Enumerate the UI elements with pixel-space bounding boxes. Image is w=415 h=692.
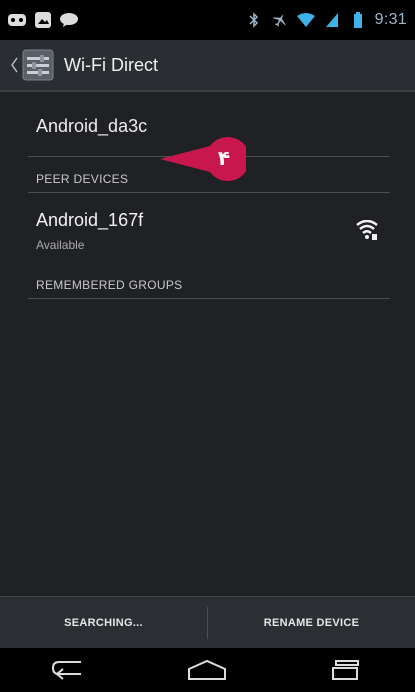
wifi-icon (355, 219, 379, 242)
notification-icons (8, 11, 78, 29)
rename-device-button[interactable]: RENAME DEVICE (208, 597, 415, 649)
remembered-groups-header: REMEMBERED GROUPS (36, 278, 183, 292)
chat-notification-icon (60, 11, 78, 29)
bluetooth-icon (245, 11, 263, 29)
peer-device-status: Available (36, 238, 85, 252)
cell-signal-icon (323, 11, 341, 29)
divider (28, 192, 390, 193)
peer-devices-header: PEER DEVICES (36, 172, 129, 186)
button-bar: SEARCHING... RENAME DEVICE (0, 596, 415, 649)
home-icon[interactable] (187, 655, 227, 685)
page-title: Wi-Fi Direct (64, 54, 158, 75)
annotation-number: ۴ (217, 146, 231, 170)
peer-device-row[interactable]: Android_167f Available (0, 206, 415, 266)
searching-button[interactable]: SEARCHING... (0, 597, 207, 649)
status-bar: 9:31 (0, 0, 415, 40)
action-bar: Wi-Fi Direct (0, 40, 415, 92)
system-icons: 9:31 (245, 11, 407, 29)
battery-icon (349, 11, 367, 29)
divider (28, 298, 390, 299)
recent-apps-icon[interactable] (326, 655, 366, 685)
navigation-bar (0, 648, 415, 692)
airplane-icon (271, 11, 289, 29)
gallery-notification-icon (34, 11, 52, 29)
settings-app-icon[interactable] (22, 49, 54, 81)
voicemail-icon (8, 11, 26, 29)
clock: 9:31 (374, 11, 407, 28)
up-caret-icon[interactable] (10, 50, 20, 80)
wifi-signal-icon (296, 11, 315, 29)
peer-device-name: Android_167f (36, 210, 144, 230)
back-icon[interactable] (49, 655, 89, 685)
my-device-name[interactable]: Android_da3c (36, 116, 147, 137)
